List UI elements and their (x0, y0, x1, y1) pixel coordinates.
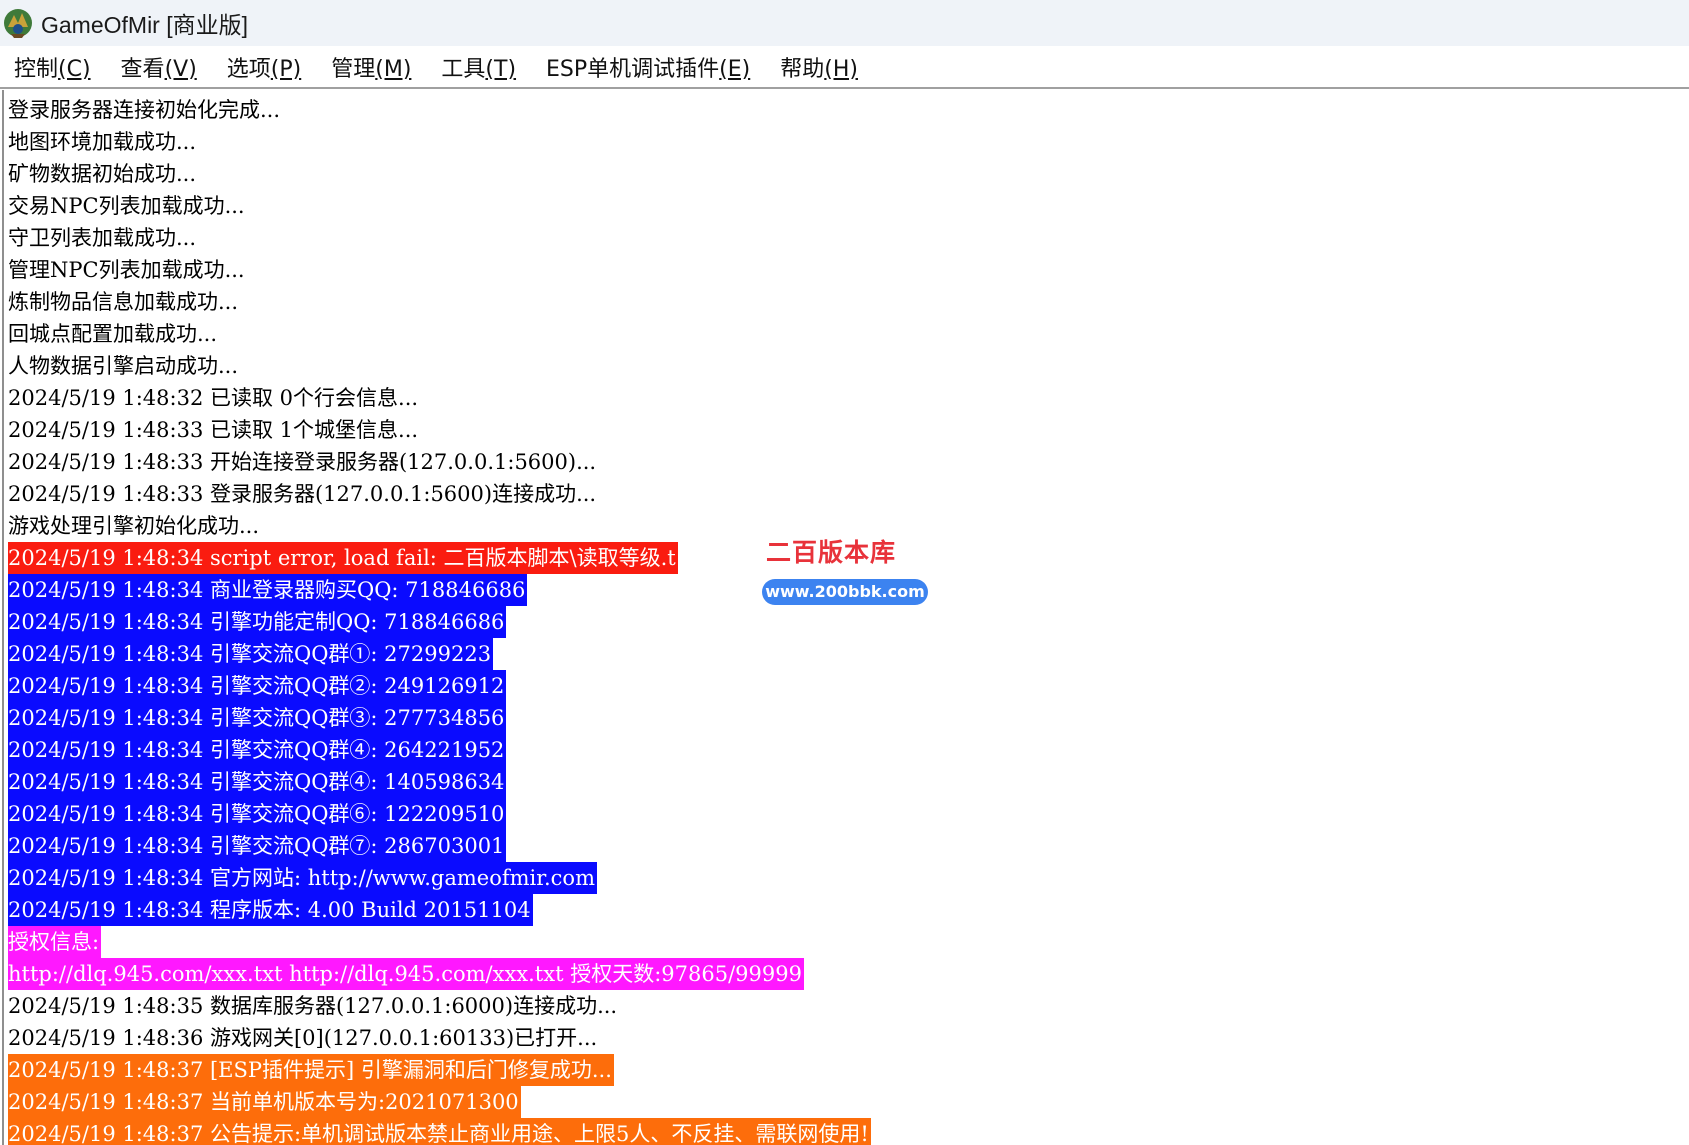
log-line: 2024/5/19 1:48:32 已读取 0个行会信息... (8, 382, 1689, 414)
menu-item-label: 帮助 (780, 56, 825, 82)
log-line-text: 炼制物品信息加载成功... (8, 290, 239, 314)
log-line: 2024/5/19 1:48:37 当前单机版本号为:2021071300 (8, 1086, 1689, 1118)
log-line: 2024/5/19 1:48:34 官方网站: http://www.gameo… (8, 862, 1689, 894)
log-line-text: 2024/5/19 1:48:34 引擎交流QQ群⑥: 122209510 (8, 798, 507, 830)
log-line: 2024/5/19 1:48:37 公告提示:单机调试版本禁止商业用途、上限5人… (8, 1118, 1689, 1145)
log-line-text: 2024/5/19 1:48:37 公告提示:单机调试版本禁止商业用途、上限5人… (8, 1118, 871, 1145)
menu-bar: 控制(C) 查看(V) 选项(P) 管理(M) 工具(T) ESP单机调试插件(E) 帮助(… (0, 46, 1689, 89)
log-line: 管理NPC列表加载成功... (8, 254, 1689, 286)
log-panel[interactable]: 登录服务器连接初始化完成... 地图环境加载成功... 矿物数据初始成功... 交易N… (2, 90, 1689, 1145)
log-line: 地图环境加载成功... (8, 126, 1689, 158)
log-line: http://dlq.945.com/xxx.txt http://dlq.94… (8, 958, 1689, 990)
log-line: 2024/5/19 1:48:34 script error, load fai… (8, 542, 1689, 574)
menu-item[interactable]: 选项(P) (227, 51, 301, 83)
log-line: 2024/5/19 1:48:33 开始连接登录服务器(127.0.0.1:56… (8, 446, 1689, 478)
log-line-text: 登录服务器连接初始化完成... (8, 98, 281, 122)
log-line: 2024/5/19 1:48:33 登录服务器(127.0.0.1:5600)连… (8, 478, 1689, 510)
log-line-text: 2024/5/19 1:48:36 游戏网关[0](127.0.0.1:6013… (8, 1026, 598, 1050)
log-line: 2024/5/19 1:48:34 引擎交流QQ群②: 249126912 (8, 670, 1689, 702)
log-line-text: 2024/5/19 1:48:34 引擎交流QQ群②: 249126912 (8, 670, 507, 702)
log-line-text: 人物数据引擎启动成功... (8, 354, 239, 378)
log-line: 2024/5/19 1:48:34 程序版本: 4.00 Build 20151… (8, 894, 1689, 926)
log-line-text: 2024/5/19 1:48:34 商业登录器购买QQ: 718846686 (8, 574, 528, 606)
log-line: 守卫列表加载成功... (8, 222, 1689, 254)
menu-item-label: 管理 (331, 56, 376, 82)
log-line: 人物数据引擎启动成功... (8, 350, 1689, 382)
log-line-text: 2024/5/19 1:48:34 引擎交流QQ群⑦: 286703001 (8, 830, 507, 862)
log-line-text: 回城点配置加载成功... (8, 322, 218, 346)
log-line: 2024/5/19 1:48:34 引擎交流QQ群④: 140598634 (8, 766, 1689, 798)
menu-item-label: 选项 (226, 56, 271, 82)
log-line-text: 2024/5/19 1:48:34 官方网站: http://www.gameo… (8, 862, 597, 894)
menu-item-accelerator: (C) (58, 56, 91, 82)
log-line: 矿物数据初始成功... (8, 158, 1689, 190)
title-bar[interactable]: GameOfMir [商业版] (0, 0, 1689, 46)
menu-item[interactable]: 帮助(H) (780, 51, 858, 83)
menu-item-accelerator: (P) (270, 56, 302, 82)
menu-item[interactable]: 管理(M) (331, 51, 411, 83)
log-line-text: 2024/5/19 1:48:34 程序版本: 4.00 Build 20151… (8, 894, 533, 926)
log-line-text: 2024/5/19 1:48:32 已读取 0个行会信息... (8, 386, 419, 410)
log-line: 登录服务器连接初始化完成... (8, 94, 1689, 126)
log-line: 2024/5/19 1:48:34 引擎交流QQ群⑦: 286703001 (8, 830, 1689, 862)
log-line-text: 交易NPC列表加载成功... (8, 194, 245, 218)
log-line-text: 2024/5/19 1:48:33 开始连接登录服务器(127.0.0.1:56… (8, 450, 597, 474)
log-line-text: 2024/5/19 1:48:34 引擎交流QQ群①: 27299223 (8, 638, 494, 670)
menu-item-accelerator: (M) (375, 56, 412, 82)
log-line-text: 矿物数据初始成功... (8, 162, 197, 186)
log-line-text: 2024/5/19 1:48:34 引擎交流QQ群④: 140598634 (8, 766, 507, 798)
menu-item-accelerator: (V) (164, 56, 197, 82)
log-line: 2024/5/19 1:48:34 引擎功能定制QQ: 718846686 (8, 606, 1689, 638)
log-line: 2024/5/19 1:48:35 数据库服务器(127.0.0.1:6000)… (8, 990, 1689, 1022)
log-line-text: 2024/5/19 1:48:34 引擎交流QQ群④: 264221952 (8, 734, 507, 766)
log-line: 2024/5/19 1:48:34 引擎交流QQ群⑥: 122209510 (8, 798, 1689, 830)
menu-item[interactable]: 控制(C) (14, 51, 91, 83)
log-line: 2024/5/19 1:48:34 商业登录器购买QQ: 718846686 (8, 574, 1689, 606)
app-window: GameOfMir [商业版] 控制(C) 查看(V) 选项(P) 管理(M) 工具(T… (0, 0, 1689, 1145)
log-line-text: 守卫列表加载成功... (8, 226, 197, 250)
log-line: 2024/5/19 1:48:34 引擎交流QQ群③: 277734856 (8, 702, 1689, 734)
log-line: 炼制物品信息加载成功... (8, 286, 1689, 318)
menu-item-accelerator: (E) (719, 56, 751, 82)
menu-item-label: ESP单机调试插件 (546, 56, 720, 82)
menu-item[interactable]: ESP单机调试插件(E) (546, 51, 750, 83)
log-line: 2024/5/19 1:48:37 [ESP插件提示] 引擎漏洞和后门修复成功.… (8, 1054, 1689, 1086)
log-line: 2024/5/19 1:48:36 游戏网关[0](127.0.0.1:6013… (8, 1022, 1689, 1054)
app-icon (4, 9, 32, 38)
log-line: 交易NPC列表加载成功... (8, 190, 1689, 222)
log-line: 2024/5/19 1:48:33 已读取 1个城堡信息... (8, 414, 1689, 446)
log-line-text: 2024/5/19 1:48:34 引擎功能定制QQ: 718846686 (8, 606, 507, 638)
log-line-text: 2024/5/19 1:48:34 引擎交流QQ群③: 277734856 (8, 702, 507, 734)
log-line: 2024/5/19 1:48:34 引擎交流QQ群④: 264221952 (8, 734, 1689, 766)
menu-item[interactable]: 查看(V) (121, 51, 197, 83)
log-line: 游戏处理引擎初始化成功... (8, 510, 1689, 542)
menu-item-label: 查看 (120, 56, 165, 82)
window-title: GameOfMir [商业版] (41, 12, 249, 38)
menu-item[interactable]: 工具(T) (441, 51, 516, 83)
log-line-text: http://dlq.945.com/xxx.txt http://dlq.94… (8, 958, 804, 990)
log-line-text: 2024/5/19 1:48:33 已读取 1个城堡信息... (8, 418, 419, 442)
log-line-text: 管理NPC列表加载成功... (8, 258, 245, 282)
log-line-text: 2024/5/19 1:48:37 [ESP插件提示] 引擎漏洞和后门修复成功.… (8, 1054, 614, 1086)
log-line: 回城点配置加载成功... (8, 318, 1689, 350)
menu-item-accelerator: (T) (485, 56, 517, 82)
menu-item-label: 控制 (14, 56, 59, 82)
log-line-text: 地图环境加载成功... (8, 130, 197, 154)
log-line-text: 授权信息: (8, 926, 102, 958)
log-line-text: 2024/5/19 1:48:37 当前单机版本号为:2021071300 (8, 1086, 521, 1118)
log-line-text: 2024/5/19 1:48:33 登录服务器(127.0.0.1:5600)连… (8, 482, 597, 506)
menu-item-accelerator: (H) (824, 56, 858, 82)
log-line-text: 2024/5/19 1:48:34 script error, load fai… (8, 542, 678, 574)
menu-item-label: 工具 (441, 56, 486, 82)
log-line: 授权信息: (8, 926, 1689, 958)
log-line-text: 游戏处理引擎初始化成功... (8, 514, 260, 538)
log-line-text: 2024/5/19 1:48:35 数据库服务器(127.0.0.1:6000)… (8, 994, 618, 1018)
log-line: 2024/5/19 1:48:34 引擎交流QQ群①: 27299223 (8, 638, 1689, 670)
